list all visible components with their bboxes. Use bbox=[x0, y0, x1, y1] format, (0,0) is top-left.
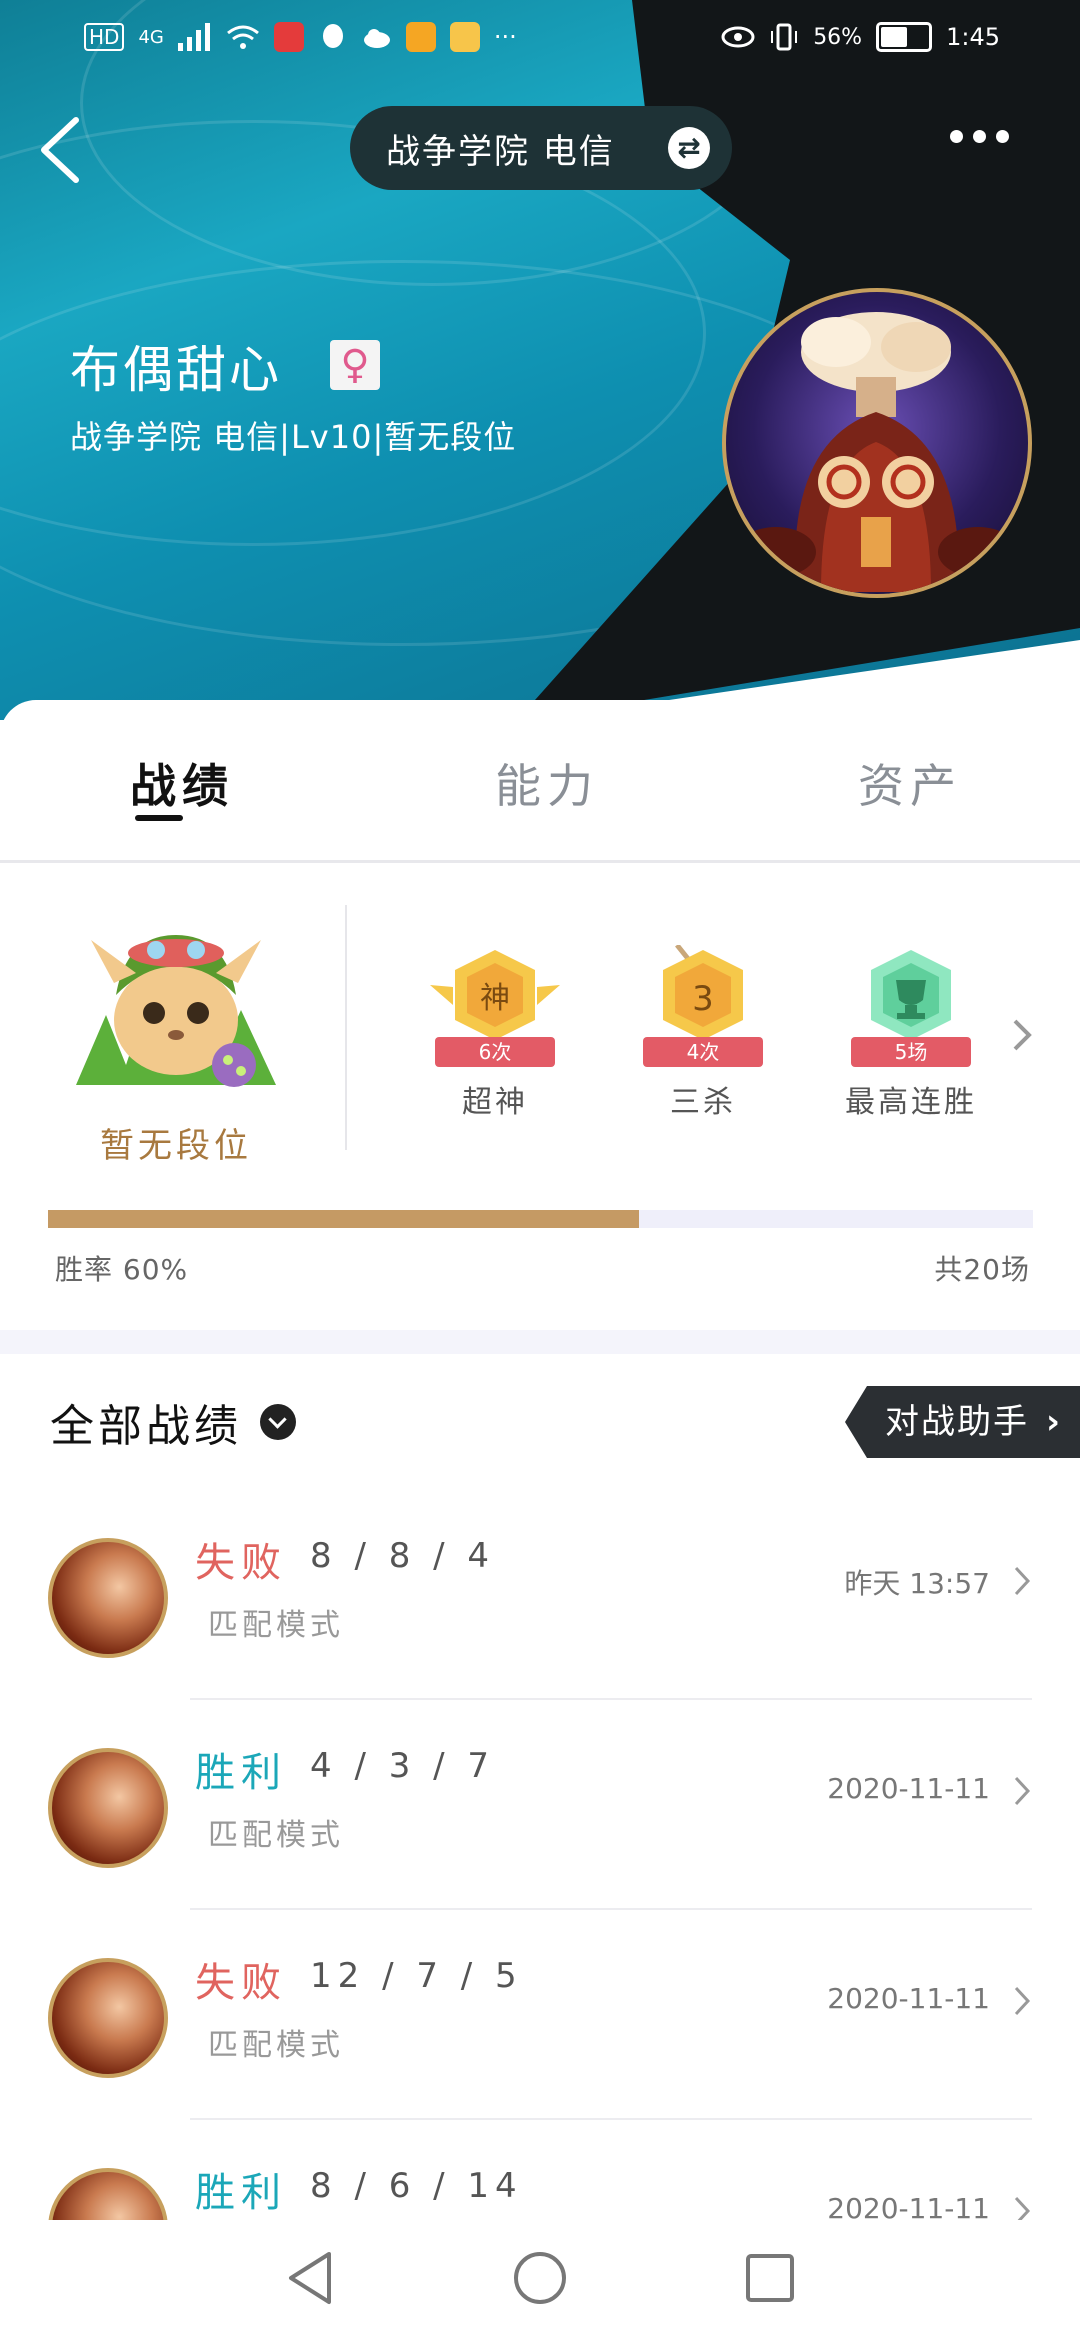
win-rate-fill bbox=[48, 1210, 639, 1228]
match-kda: 4 / 3 / 7 bbox=[310, 1746, 496, 1786]
app-notification-icon bbox=[405, 22, 436, 52]
swap-icon: ⇄ bbox=[668, 127, 710, 169]
honor-count: 5场 bbox=[851, 1037, 971, 1067]
match-result: 失败 bbox=[195, 1540, 287, 1586]
tab-record[interactable]: 战绩 bbox=[130, 750, 234, 816]
hero-avatar bbox=[48, 1958, 168, 2078]
win-rate-bar bbox=[48, 1210, 1033, 1228]
honor-badge-text: 神 bbox=[480, 981, 510, 1016]
nav-home-icon[interactable] bbox=[512, 2250, 568, 2306]
nav-back-icon[interactable] bbox=[285, 2250, 335, 2306]
cloud-icon bbox=[363, 29, 390, 48]
more-notifications-icon: ··· bbox=[493, 23, 517, 51]
hero-avatar bbox=[48, 1538, 168, 1658]
chevron-right-icon bbox=[1014, 1776, 1031, 1806]
hd-indicator: HD bbox=[84, 23, 125, 51]
nav-recents-icon[interactable] bbox=[744, 2252, 796, 2304]
chevron-right-icon bbox=[1014, 1986, 1031, 2016]
honor-count: 6次 bbox=[435, 1037, 555, 1067]
eye-comfort-icon bbox=[721, 26, 755, 48]
match-time: 2020-11-11 bbox=[827, 1982, 990, 2015]
battle-assistant-button[interactable]: 对战助手 › bbox=[845, 1386, 1080, 1458]
system-nav-bar bbox=[0, 2220, 1080, 2340]
server-switch-pill[interactable]: 战争学院 电信 ⇄ bbox=[350, 106, 732, 190]
honor-badge-text: 3 bbox=[692, 979, 714, 1019]
match-mode: 匹配模式 bbox=[208, 1608, 344, 1643]
match-mode: 匹配模式 bbox=[208, 1818, 344, 1853]
signal-icon bbox=[177, 23, 210, 51]
app-notification-icon bbox=[273, 22, 304, 52]
honor-triple-kill[interactable]: 3 4次 三杀 bbox=[628, 945, 778, 1121]
battle-assistant-label: 对战助手 bbox=[885, 1402, 1029, 1442]
match-result: 胜利 bbox=[195, 1750, 287, 1796]
match-filter-dropdown[interactable]: 全部战绩 bbox=[50, 1390, 296, 1454]
match-kda: 8 / 6 / 14 bbox=[310, 2166, 523, 2206]
profile-header: HD 4G ··· 56% 1:45 战争学院 电信 ⇄ 布偶甜心 ♀ 战争学院… bbox=[0, 0, 1080, 720]
server-label: 战争学院 电信 bbox=[386, 131, 615, 172]
female-gender-icon: ♀ bbox=[330, 340, 380, 390]
more-options-button[interactable] bbox=[950, 130, 1009, 143]
tab-ability[interactable]: 能力 bbox=[495, 750, 599, 816]
qq-icon bbox=[322, 24, 343, 48]
avatar-illustration bbox=[736, 312, 1018, 592]
vibrate-icon bbox=[771, 23, 798, 51]
clock: 1:45 bbox=[946, 23, 1000, 51]
match-row[interactable]: 胜利 4 / 3 / 7 匹配模式 2020-11-11 bbox=[0, 1700, 1080, 1910]
battery-icon bbox=[876, 22, 933, 52]
profile-avatar[interactable] bbox=[722, 288, 1032, 598]
stats-divider bbox=[345, 905, 347, 1150]
match-result: 胜利 bbox=[195, 2170, 287, 2216]
app-notification-icon bbox=[449, 22, 480, 52]
match-list-title: 全部战绩 bbox=[50, 1401, 242, 1452]
section-divider bbox=[0, 1330, 1080, 1354]
hero-avatar bbox=[48, 1748, 168, 1868]
honor-label: 最高连胜 bbox=[845, 1085, 977, 1120]
dot-icon bbox=[973, 130, 986, 143]
status-bar: HD 4G ··· 56% 1:45 bbox=[0, 0, 1080, 80]
battery-percent: 56% bbox=[813, 24, 863, 50]
honor-count: 4次 bbox=[643, 1037, 763, 1067]
dot-icon bbox=[996, 130, 1009, 143]
honor-label: 超神 bbox=[462, 1085, 528, 1120]
match-result: 失败 bbox=[195, 1960, 287, 2006]
player-name: 布偶甜心 bbox=[70, 341, 282, 399]
tab-bar: 战绩 能力 资产 bbox=[0, 700, 1080, 863]
chevron-right-icon[interactable] bbox=[1010, 1015, 1034, 1055]
chevron-right-icon bbox=[1014, 1566, 1031, 1596]
match-time: 昨天 13:57 bbox=[844, 1567, 990, 1600]
rank-emblem-icon[interactable] bbox=[66, 895, 286, 1095]
honor-label: 三杀 bbox=[670, 1085, 736, 1120]
honor-legendary[interactable]: 神 6次 超神 bbox=[420, 945, 570, 1121]
tab-assets[interactable]: 资产 bbox=[858, 750, 962, 816]
match-kda: 8 / 8 / 4 bbox=[310, 1536, 496, 1576]
match-row[interactable]: 失败 12 / 7 / 5 匹配模式 2020-11-11 bbox=[0, 1910, 1080, 2120]
wifi-icon bbox=[226, 25, 259, 49]
dot-icon bbox=[950, 130, 963, 143]
rank-label: 暂无段位 bbox=[100, 1126, 252, 1166]
win-rate-text: 胜率 60% bbox=[55, 1253, 189, 1286]
chevron-right-icon: › bbox=[1045, 1402, 1062, 1442]
match-time: 2020-11-11 bbox=[827, 1772, 990, 1805]
match-row[interactable]: 失败 8 / 8 / 4 匹配模式 昨天 13:57 bbox=[0, 1490, 1080, 1700]
total-games-text: 共20场 bbox=[934, 1253, 1030, 1286]
player-info: 战争学院 电信|Lv10|暂无段位 bbox=[70, 418, 517, 456]
back-button[interactable] bbox=[30, 110, 90, 190]
honor-win-streak[interactable]: 5场 最高连胜 bbox=[836, 945, 986, 1121]
network-type: 4G bbox=[138, 26, 164, 48]
match-kda: 12 / 7 / 5 bbox=[310, 1956, 523, 1996]
match-mode: 匹配模式 bbox=[208, 2028, 344, 2063]
chevron-down-icon bbox=[260, 1404, 296, 1440]
active-tab-indicator bbox=[135, 815, 183, 821]
